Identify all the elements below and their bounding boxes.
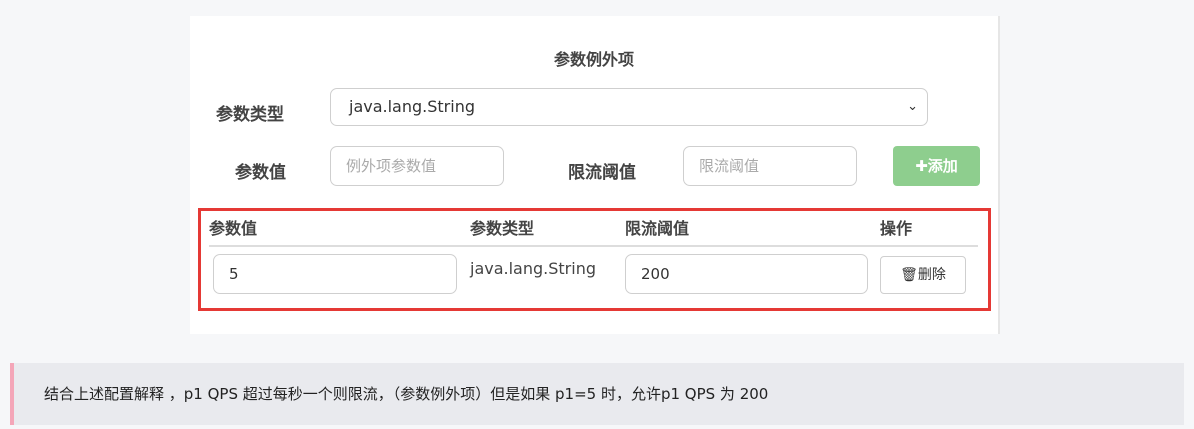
param-exception-panel: 参数例外项 参数类型 java.lang.String ⌄ 参数值 限流阈值 ✚…	[190, 16, 1000, 334]
plus-icon: ✚	[915, 157, 928, 175]
header-param-type: 参数类型	[470, 219, 535, 238]
param-type-select[interactable]: java.lang.String ⌄	[330, 88, 928, 126]
param-type-selected: java.lang.String	[349, 97, 475, 116]
chevron-down-icon: ⌄	[907, 99, 918, 114]
add-button[interactable]: ✚添加	[893, 146, 980, 186]
threshold-label: 限流阈值	[568, 163, 636, 183]
header-divider	[209, 245, 978, 247]
param-type-label: 参数类型	[216, 105, 284, 125]
exception-table: 参数值 参数类型 限流阈值 操作 java.lang.String 🗑删除	[198, 208, 991, 311]
note-text: 结合上述配置解释 ，p1 QPS 超过每秒一个则限流，（参数例外项）但是如果 p…	[44, 385, 769, 403]
panel-title: 参数例外项	[553, 50, 634, 69]
threshold-input[interactable]	[683, 146, 857, 186]
row-param-value-input[interactable]	[213, 254, 457, 294]
explanation-note: 结合上述配置解释 ，p1 QPS 超过每秒一个则限流，（参数例外项）但是如果 p…	[10, 363, 1184, 425]
row-param-type: java.lang.String	[470, 259, 596, 278]
param-value-label: 参数值	[235, 163, 286, 183]
row-threshold-input[interactable]	[625, 254, 868, 294]
header-action: 操作	[880, 219, 913, 238]
add-button-label: 添加	[927, 157, 958, 175]
trash-icon: 🗑	[900, 267, 918, 283]
header-param-value: 参数值	[209, 219, 258, 238]
header-threshold: 限流阈值	[625, 219, 690, 238]
param-value-input[interactable]	[330, 146, 504, 186]
delete-button[interactable]: 🗑删除	[880, 256, 966, 294]
delete-button-label: 删除	[917, 267, 946, 283]
